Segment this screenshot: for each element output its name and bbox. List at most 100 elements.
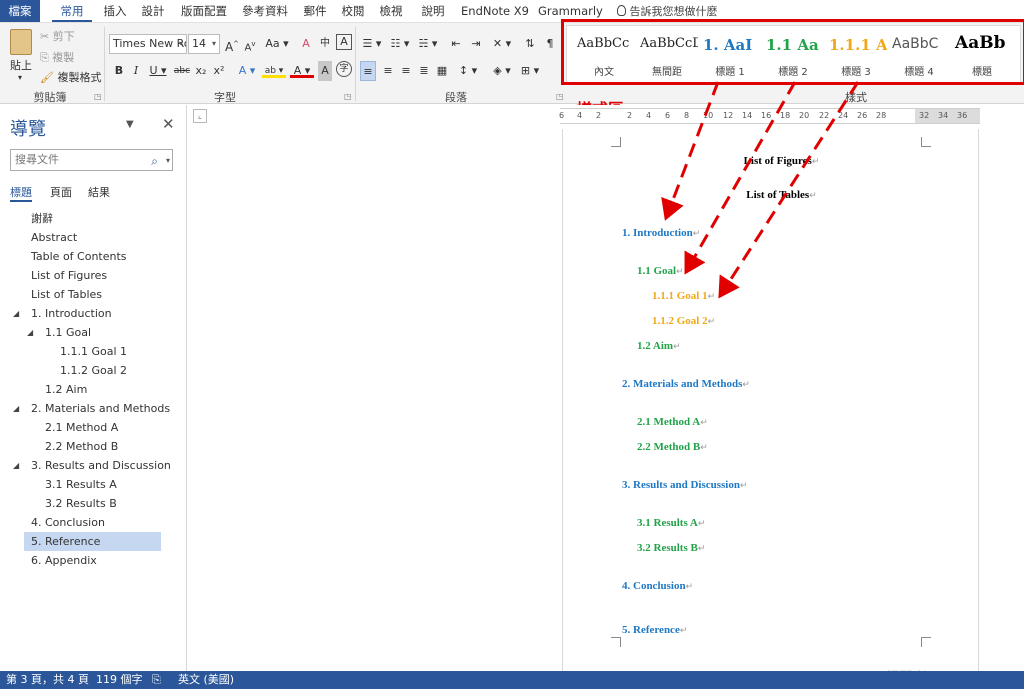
nav-heading-item[interactable]: 3. Results and Discussion <box>24 456 171 475</box>
document-heading-line[interactable]: List of Tables↵ <box>563 189 980 201</box>
align-center-button[interactable]: ≡ <box>380 61 396 81</box>
clear-formatting-button[interactable]: A <box>299 34 313 54</box>
bullets-button[interactable]: ☰ ▾ <box>360 34 384 54</box>
nav-heading-item[interactable]: 1.2 Aim <box>24 380 161 399</box>
asian-layout-button[interactable]: ✕ ▾ <box>490 34 514 54</box>
tab-pages[interactable]: 頁面 <box>50 184 72 202</box>
multilevel-list-button[interactable]: ☵ ▾ <box>416 34 440 54</box>
document-heading-line[interactable]: 3. Results and Discussion↵ <box>622 479 748 491</box>
justify-button[interactable]: ≣ <box>416 61 432 81</box>
tab-10[interactable]: EndNote X9 <box>460 0 530 22</box>
cut-button[interactable]: ✂ 剪下 <box>40 27 75 47</box>
increase-indent-button[interactable]: ⇥ <box>468 34 484 54</box>
search-input[interactable]: 搜尋文件 ⌕ ▾ <box>10 149 173 171</box>
document-page[interactable]: List of Figures↵ List of Tables↵ 1. Introd… <box>562 129 980 686</box>
nav-heading-item[interactable]: Abstract <box>24 228 161 247</box>
nav-heading-item[interactable]: 1.1 Goal <box>24 323 161 342</box>
nav-heading-item[interactable]: 2.1 Method A <box>24 418 161 437</box>
tab-1[interactable]: 常用 <box>52 0 92 22</box>
document-heading-line[interactable]: 3.2 Results B↵ <box>637 542 705 554</box>
nav-heading-item[interactable]: 4. Conclusion <box>24 513 161 532</box>
tab-selector[interactable]: ⌞ <box>193 109 207 123</box>
page-count[interactable]: 第 3 頁，共 4 頁 <box>6 671 89 689</box>
superscript-button[interactable]: x² <box>212 61 226 81</box>
proofing-icon[interactable]: ⎘ <box>152 671 161 689</box>
nav-heading-item[interactable]: 1. Introduction <box>24 304 161 323</box>
document-heading-line[interactable]: 1. Introduction↵ <box>622 227 700 239</box>
borders-button[interactable]: ⊞ ▾ <box>518 61 542 81</box>
nav-heading-item[interactable]: 2. Materials and Methods <box>24 399 170 418</box>
tab-4[interactable]: 版面配置 <box>178 0 230 22</box>
document-heading-line[interactable]: 1.1.1 Goal 1↵ <box>652 290 715 302</box>
highlight-button[interactable]: ab ▾ <box>262 61 286 78</box>
strikethrough-button[interactable]: abc <box>172 61 192 81</box>
document-heading-line[interactable]: 1.1.2 Goal 2↵ <box>652 315 715 327</box>
italic-button[interactable]: I <box>130 61 142 81</box>
nav-heading-item[interactable]: 3.2 Results B <box>24 494 161 513</box>
format-painter-button[interactable]: 🖌 複製格式 <box>40 68 101 88</box>
align-right-button[interactable]: ≡ <box>398 61 414 81</box>
nav-heading-item[interactable]: 3.1 Results A <box>24 475 161 494</box>
font-color-button[interactable]: A ▾ <box>290 61 314 78</box>
paragraph-launcher-icon[interactable]: ◳ <box>556 92 564 101</box>
document-heading-line[interactable]: 2. Materials and Methods↵ <box>622 378 750 390</box>
bold-button[interactable]: B <box>112 61 126 81</box>
change-case-button[interactable]: Aa ▾ <box>264 34 290 54</box>
numbering-button[interactable]: ☷ ▾ <box>388 34 412 54</box>
paste-button[interactable]: 貼上 ▾ <box>6 27 36 83</box>
nav-heading-item[interactable]: Table of Contents <box>24 247 161 266</box>
tab-5[interactable]: 參考資料 <box>240 0 290 22</box>
nav-heading-item[interactable]: 1.1.2 Goal 2 <box>24 361 161 380</box>
tab-2[interactable]: 插入 <box>100 0 130 22</box>
language-indicator[interactable]: 英文 (美國) <box>178 671 234 689</box>
tab-7[interactable]: 校閱 <box>338 0 368 22</box>
nav-heading-item[interactable]: 謝辭 <box>24 209 161 228</box>
document-heading-line[interactable]: List of Figures↵ <box>563 155 980 167</box>
show-marks-button[interactable]: ¶ <box>542 34 558 54</box>
shrink-font-button[interactable]: Av <box>242 34 258 54</box>
align-left-button[interactable]: ≡ <box>360 61 376 81</box>
chevron-down-icon[interactable]: ▾ <box>166 151 170 171</box>
document-heading-line[interactable]: 1.2 Aim↵ <box>637 340 681 352</box>
tab-8[interactable]: 檢視 <box>376 0 406 22</box>
document-heading-line[interactable]: 4. Conclusion↵ <box>622 580 693 592</box>
decrease-indent-button[interactable]: ⇤ <box>448 34 464 54</box>
document-heading-line[interactable]: 5. Reference↵ <box>622 624 687 636</box>
nav-heading-item[interactable]: 2.2 Method B <box>24 437 161 456</box>
subscript-button[interactable]: x₂ <box>194 61 208 81</box>
tab-0[interactable]: 檔案 <box>0 0 40 22</box>
distributed-button[interactable]: ▦ <box>434 61 450 81</box>
underline-button[interactable]: U ▾ <box>148 61 168 81</box>
font-size-box[interactable]: 14 ▾ <box>188 34 220 54</box>
tab-6[interactable]: 郵件 <box>300 0 330 22</box>
shading-button[interactable]: ◈ ▾ <box>490 61 514 81</box>
tab-headings[interactable]: 標題 <box>10 184 32 202</box>
nav-heading-item[interactable]: 6. Appendix <box>24 551 161 570</box>
font-name-box[interactable]: Times New Ro ▾ <box>109 34 187 54</box>
character-border-button[interactable]: A <box>336 34 352 50</box>
enclose-characters-button[interactable]: 字 <box>336 61 352 77</box>
document-heading-line[interactable]: 3.1 Results A↵ <box>637 517 705 529</box>
word-count[interactable]: 119 個字 <box>96 671 143 689</box>
text-effects-button[interactable]: A ▾ <box>236 61 258 81</box>
nav-heading-item[interactable]: 5. Reference <box>24 532 161 551</box>
tab-results[interactable]: 結果 <box>88 184 110 202</box>
character-shading-button[interactable]: A <box>318 61 332 81</box>
tab-9[interactable]: 說明 <box>418 0 448 22</box>
phonetic-guide-button[interactable]: 中 <box>315 34 335 54</box>
collapse-triangle-icon[interactable]: ◢ <box>13 399 19 418</box>
copy-button[interactable]: ⎘ 複製 <box>40 48 74 68</box>
horizontal-ruler[interactable]: 6 4 2 2 4 6 8 10 12 14 16 18 20 22 24 26 28 32 34 36 <box>559 108 980 124</box>
close-icon[interactable]: ✕ <box>162 115 175 133</box>
sort-button[interactable]: ⇅ <box>522 34 538 54</box>
tab-3[interactable]: 設計 <box>138 0 168 22</box>
font-launcher-icon[interactable]: ◳ <box>344 92 352 101</box>
document-heading-line[interactable]: 2.2 Method B↵ <box>637 441 708 453</box>
nav-heading-item[interactable]: 1.1.1 Goal 1 <box>24 342 161 361</box>
nav-heading-item[interactable]: List of Figures <box>24 266 161 285</box>
collapse-triangle-icon[interactable]: ◢ <box>13 456 19 475</box>
grow-font-button[interactable]: A^ <box>224 34 240 54</box>
collapse-triangle-icon[interactable]: ◢ <box>13 304 19 323</box>
clipboard-launcher-icon[interactable]: ◳ <box>94 92 102 101</box>
tell-me-search[interactable]: 告訴我您想做什麼 <box>617 3 718 19</box>
